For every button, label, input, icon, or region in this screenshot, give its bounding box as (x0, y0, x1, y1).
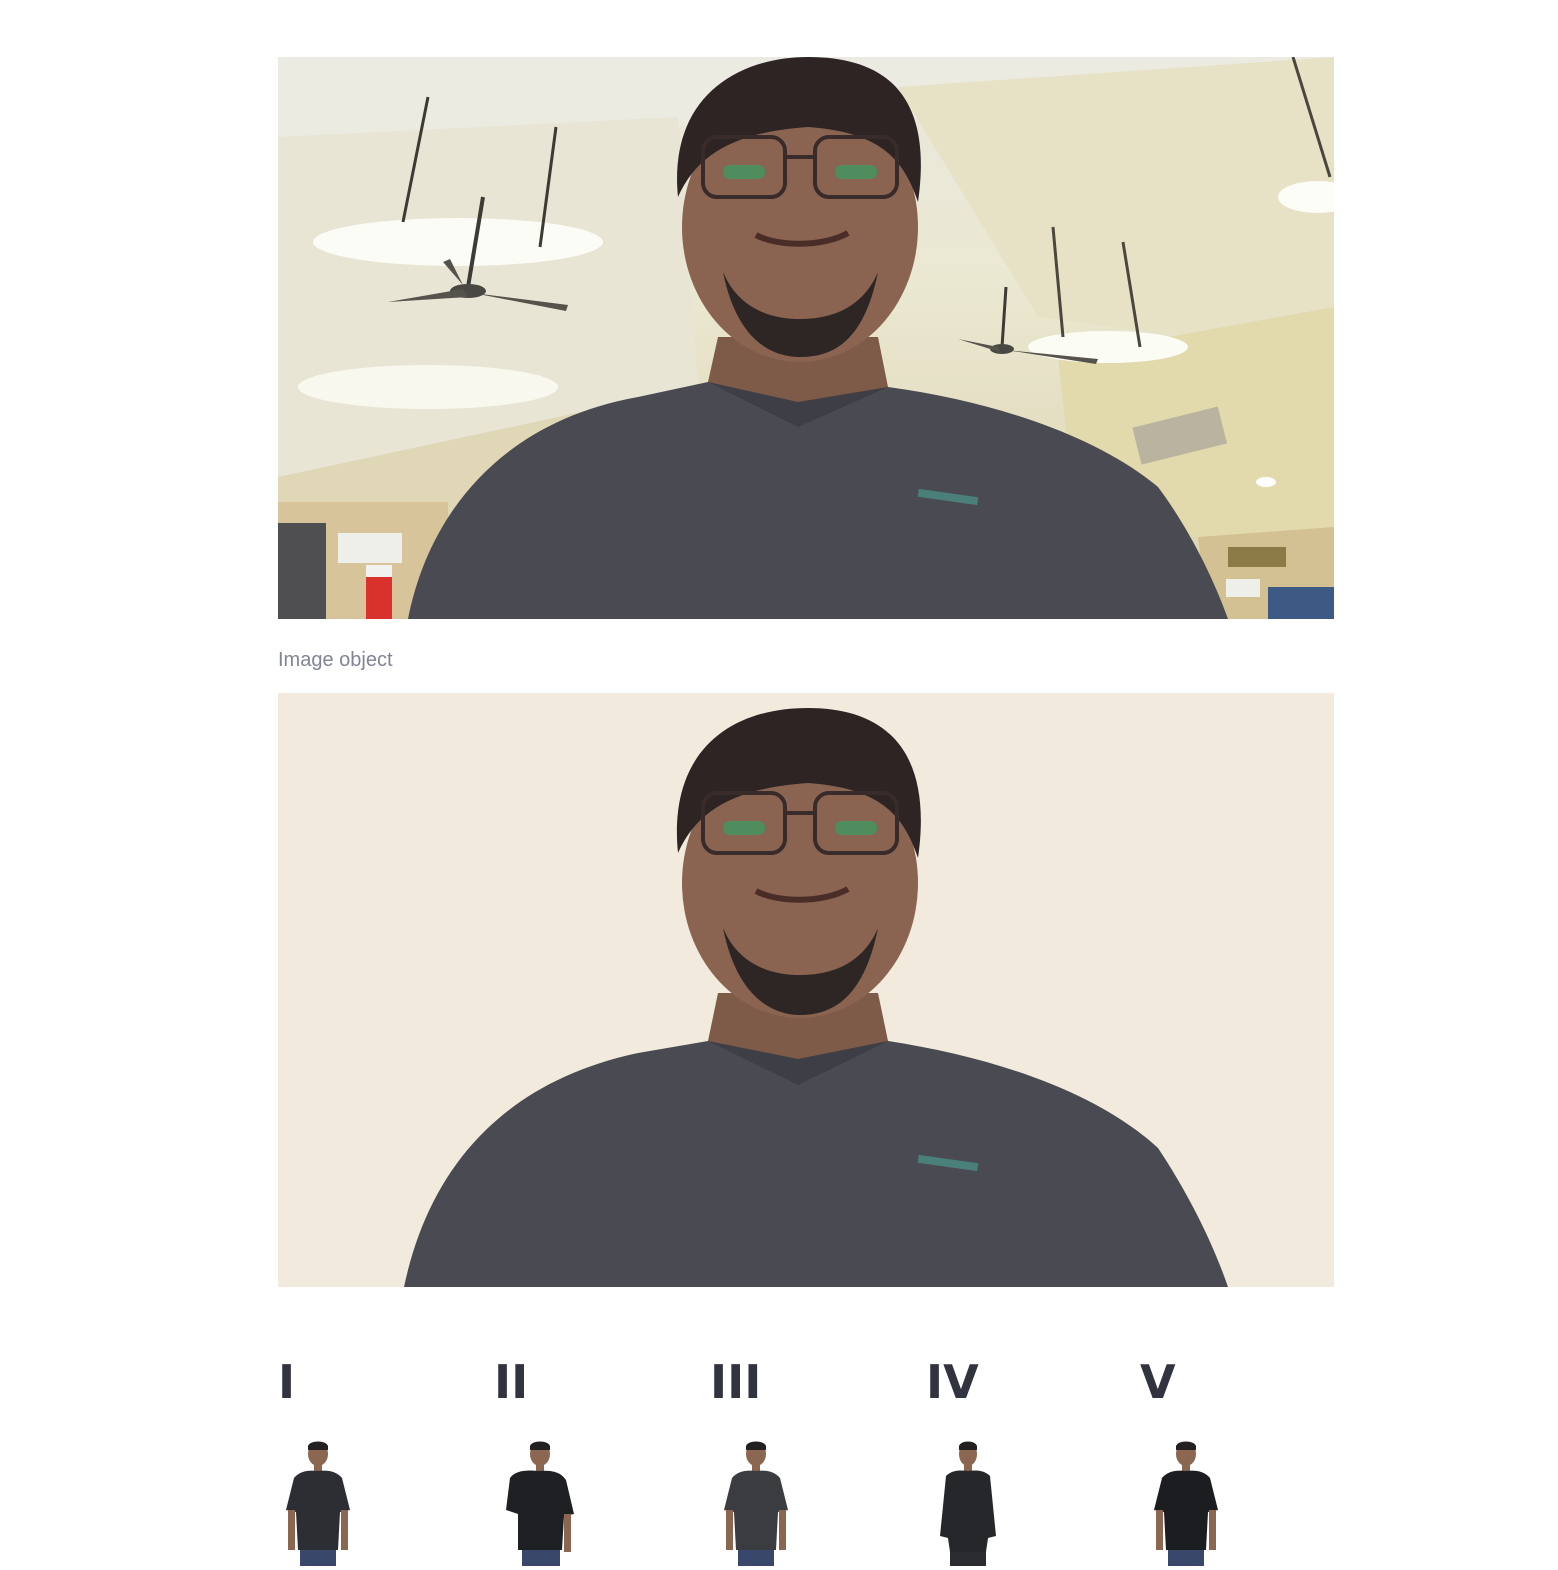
option-heading-iii: III (710, 1355, 762, 1409)
model-thumbnail-iii[interactable] (718, 1440, 808, 1566)
model-tshirt-icon (724, 1441, 788, 1566)
original-photo (278, 57, 1334, 619)
main-content: Image object (278, 57, 1334, 1287)
model-tshirt-icon (286, 1441, 350, 1566)
segmented-photo-image (278, 693, 1334, 1287)
model-thumbnail-ii[interactable] (504, 1440, 594, 1566)
original-photo-image (278, 57, 1334, 619)
option-heading-v: V (1140, 1355, 1176, 1409)
model-polo-icon (506, 1441, 574, 1566)
model-thumbnail-i[interactable] (278, 1440, 368, 1566)
option-heading-ii: II (494, 1355, 529, 1409)
option-heading-iv: IV (926, 1355, 979, 1409)
option-thumbnails (278, 1440, 1358, 1566)
segmented-photo (278, 693, 1334, 1287)
model-thumbnail-v[interactable] (1148, 1440, 1238, 1566)
image-caption: Image object (278, 649, 393, 671)
option-heading-i: I (278, 1355, 296, 1409)
option-headings: I II III IV V (278, 1352, 1358, 1412)
model-shirt-icon (940, 1441, 996, 1566)
model-tshirt-icon (1154, 1441, 1218, 1566)
model-thumbnail-iv[interactable] (930, 1440, 1020, 1566)
